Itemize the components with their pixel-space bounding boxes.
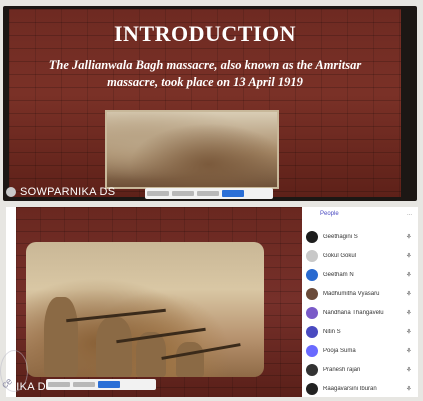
tab-other[interactable]: ... <box>407 211 412 217</box>
people-panel-header: People ... <box>302 207 418 217</box>
presentation-toolbar[interactable] <box>145 188 273 199</box>
bottom-screen-capture: NIKA DS People ... Geethagini S ⚘ Gokul Go… <box>6 207 418 397</box>
presentation-toolbar[interactable] <box>46 379 156 390</box>
presentation-slide <box>16 207 306 397</box>
stop-presenting-button[interactable] <box>98 381 120 388</box>
avatar <box>306 344 318 357</box>
participant-name: Gokul Gokul <box>323 252 357 259</box>
toolbar-segment[interactable] <box>147 191 169 196</box>
avatar <box>306 306 318 319</box>
avatar <box>306 382 318 395</box>
toolbar-segment[interactable] <box>172 191 194 196</box>
participant-name: Geethagini S <box>323 233 358 240</box>
tab-people[interactable]: People <box>320 211 339 217</box>
participant-name: Pooja Suma <box>323 347 356 354</box>
avatar <box>306 230 318 243</box>
presenter-name: SOWPARNIKA DS <box>20 186 116 198</box>
mic-icon[interactable]: ⚘ <box>406 385 412 393</box>
toolbar-segment[interactable] <box>197 191 219 196</box>
participant-name: Pranesh rajan <box>323 366 361 373</box>
participant-row[interactable]: Nandhana Thangavelu ⚘ <box>302 303 418 322</box>
mic-icon[interactable]: ⚘ <box>406 366 412 374</box>
avatar <box>306 287 318 300</box>
mic-icon[interactable]: ⚘ <box>406 290 412 298</box>
participant-row[interactable]: Pranesh rajan ⚘ <box>302 360 418 379</box>
participant-name: Geetham N <box>323 271 354 278</box>
avatar <box>306 325 318 338</box>
participant-row[interactable]: Pooja Suma ⚘ <box>302 341 418 360</box>
avatar <box>306 363 318 376</box>
participant-row[interactable]: Geetham N ⚘ <box>302 265 418 284</box>
slide-title: INTRODUCTION <box>113 21 297 46</box>
massacre-painting-image <box>105 110 279 189</box>
toolbar-segment[interactable] <box>73 382 95 387</box>
mic-icon[interactable]: ⚘ <box>406 271 412 279</box>
mic-icon[interactable]: ⚘ <box>406 347 412 355</box>
people-panel: People ... Geethagini S ⚘ Gokul Gokul ⚘ Geet… <box>302 207 418 397</box>
participant-row[interactable]: Geethagini S ⚘ <box>302 227 418 246</box>
presentation-slide: INTRODUCTION The Jallianwala Bagh massac… <box>9 9 401 197</box>
presenter-label: SOWPARNIKA DS <box>6 186 115 198</box>
participant-row[interactable]: Madhumitha Vyasaru ⚘ <box>302 284 418 303</box>
participant-name: Nitin S <box>323 328 341 335</box>
participant-name: Madhumitha Vyasaru <box>323 290 380 297</box>
slide-subtitle-line-2: massacre, took place on 13 April 1919 <box>107 75 303 89</box>
mic-icon[interactable]: ⚘ <box>406 309 412 317</box>
participant-name: Raagavarsini Iburan <box>323 385 377 392</box>
presenter-avatar <box>6 187 16 197</box>
top-screen-capture: INTRODUCTION The Jallianwala Bagh massac… <box>3 6 417 201</box>
mic-icon[interactable]: ⚘ <box>406 252 412 260</box>
stop-presenting-button[interactable] <box>222 190 244 197</box>
soldier-figure <box>44 297 78 377</box>
slide-subtitle-line-1: The Jallianwala Bagh massacre, also know… <box>48 58 362 72</box>
slide-subtitle: The Jallianwala Bagh massacre, also know… <box>19 57 391 91</box>
mic-icon[interactable]: ⚘ <box>406 328 412 336</box>
mic-icon[interactable]: ⚘ <box>406 233 412 241</box>
participant-name: Nandhana Thangavelu <box>323 309 384 316</box>
toolbar-segment[interactable] <box>48 382 70 387</box>
participant-row[interactable]: Raagavarsini Iburan ⚘ <box>302 379 418 397</box>
avatar <box>306 268 318 281</box>
soldier-figure <box>176 342 204 377</box>
soldier-figure <box>96 317 132 377</box>
participant-row[interactable]: Nitin S ⚘ <box>302 322 418 341</box>
avatar <box>306 249 318 262</box>
soldiers-painting-image <box>26 242 264 377</box>
participant-list: Geethagini S ⚘ Gokul Gokul ⚘ Geetham N ⚘ Madhu… <box>302 227 418 397</box>
participant-row[interactable]: Gokul Gokul ⚘ <box>302 246 418 265</box>
